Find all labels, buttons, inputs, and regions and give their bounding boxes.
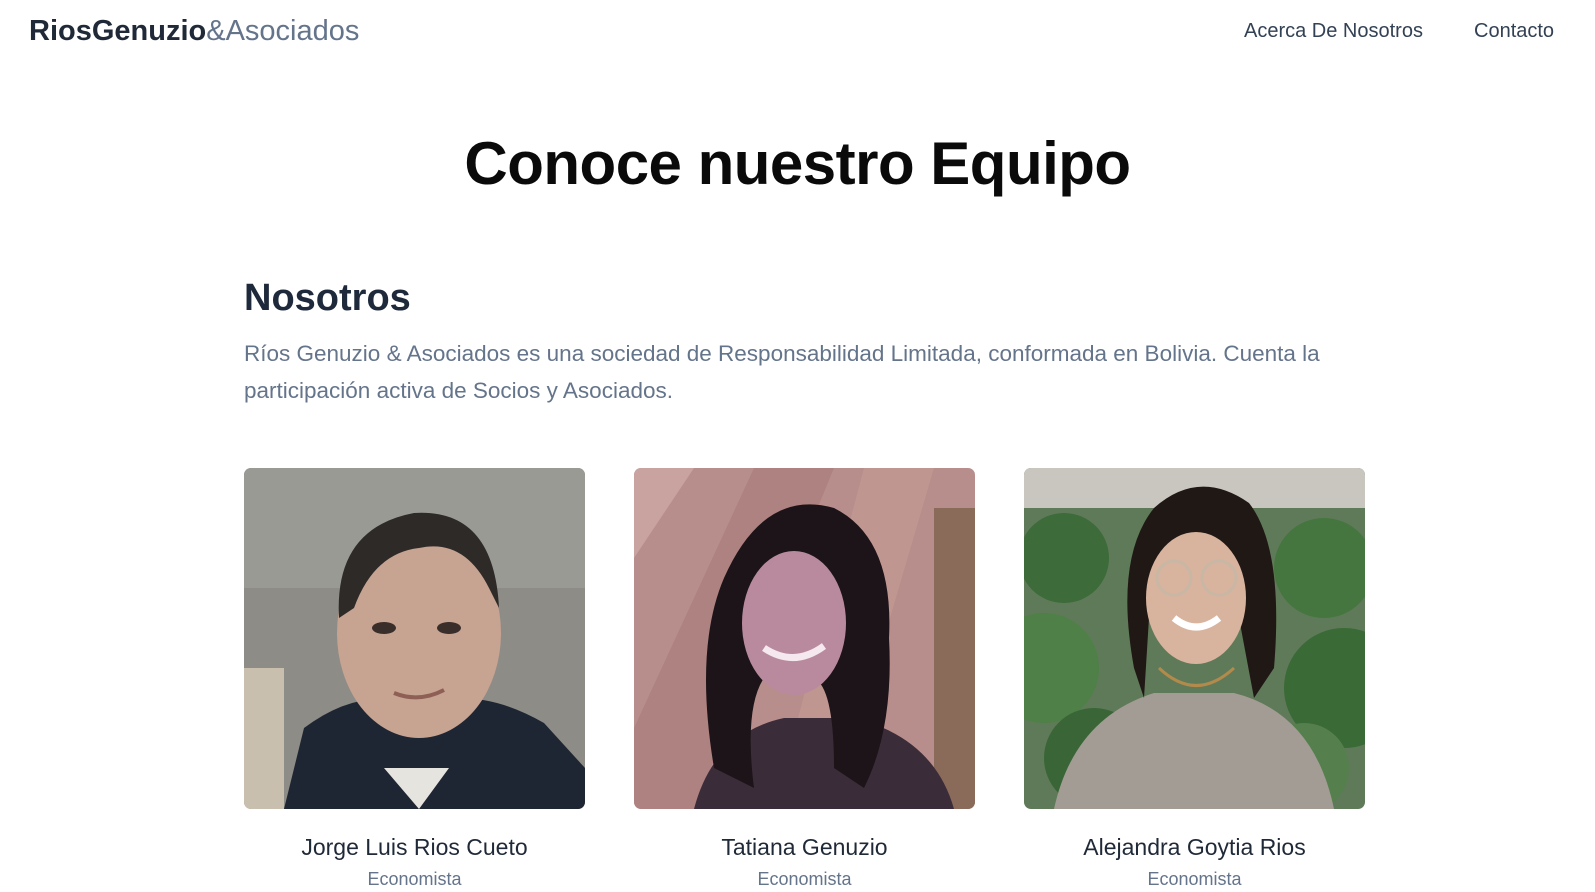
member-name: Tatiana Genuzio [721, 834, 888, 860]
nav-link-about[interactable]: Acerca De Nosotros [1244, 17, 1423, 45]
team-member-card: Tatiana Genuzio Economista [634, 468, 975, 889]
page-title: Conoce nuestro Equipo [464, 130, 1131, 197]
member-photo [634, 468, 975, 809]
section-title-nosotros: Nosotros [244, 277, 411, 319]
member-role: Economista [757, 869, 852, 889]
team-member-card: Jorge Luis Rios Cueto Economista [244, 468, 585, 889]
member-photo [1024, 468, 1365, 809]
nav-link-contact[interactable]: Contacto [1474, 17, 1554, 45]
member-name: Alejandra Goytia Rios [1083, 834, 1306, 860]
team-member-card: Alejandra Goytia Rios Economista [1024, 468, 1365, 889]
member-photo [244, 468, 585, 809]
member-name: Jorge Luis Rios Cueto [301, 834, 528, 860]
member-role: Economista [1147, 869, 1242, 889]
brand-logo[interactable]: RiosGenuzio&Asociados [29, 13, 359, 49]
section-description: Ríos Genuzio & Asociados es una sociedad… [244, 341, 1320, 403]
brand-name-light: &Asociados [206, 15, 360, 47]
navbar: RiosGenuzio&Asociados Acerca De Nosotros… [0, 0, 1595, 62]
member-role: Economista [367, 869, 462, 889]
brand-name-bold: RiosGenuzio [29, 15, 207, 47]
